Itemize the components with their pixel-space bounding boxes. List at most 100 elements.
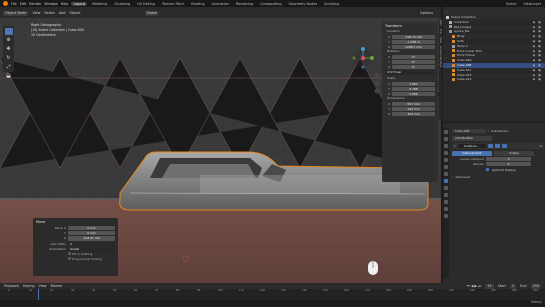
viewport-toggle-icon[interactable] — [494, 143, 500, 148]
render-toggle-icon[interactable] — [501, 143, 507, 148]
search-icon[interactable]: ⌕ — [446, 9, 448, 13]
cursor-icon[interactable]: ⊕ — [5, 37, 13, 44]
location-x-field[interactable]: -218.71 mm — [392, 34, 435, 39]
workspace-tab-compositing[interactable]: Compositing — [258, 2, 283, 6]
workspace-tab-uv-editing[interactable]: UV Editing — [135, 2, 157, 6]
menu-window[interactable]: Window — [44, 2, 57, 6]
modifier-name-field[interactable]: Subdivis... — [457, 143, 486, 148]
menu-edit[interactable]: Edit — [20, 2, 27, 6]
particles-tab-icon[interactable] — [444, 186, 448, 190]
view-controls[interactable] — [374, 72, 380, 94]
dimensions-y-field[interactable]: 120 mm — [392, 106, 435, 111]
rotation-mode-dropdown[interactable]: XYZ Euler — [385, 70, 435, 75]
optimal-display-row[interactable]: Optimal Display — [452, 167, 544, 173]
options-dropdown[interactable]: Options — [420, 11, 433, 15]
checkbox-icon[interactable] — [68, 257, 71, 261]
scene-selector[interactable]: Scene — [504, 2, 518, 6]
menu-marker[interactable]: Marker — [51, 284, 63, 288]
move-x-field[interactable]: 0 mm — [68, 225, 115, 230]
physics-tab-icon[interactable] — [444, 193, 448, 197]
menu-select[interactable]: Select — [44, 11, 54, 15]
object-icon — [452, 73, 455, 77]
menu-view[interactable]: View — [39, 284, 47, 288]
menu-view[interactable]: View — [32, 11, 40, 15]
simple-button[interactable]: Simple — [494, 151, 534, 156]
move-y-field[interactable]: 0 mm — [68, 230, 115, 236]
view-layer-tab-icon[interactable] — [444, 151, 448, 155]
tool-tab-icon[interactable] — [444, 130, 448, 134]
menu-file[interactable]: File — [11, 2, 17, 6]
scale-x-field[interactable]: 1.867 — [392, 81, 435, 86]
start-frame-field[interactable]: 1 — [509, 283, 517, 289]
menu-keying[interactable]: Keying — [23, 284, 34, 288]
checkbox-icon[interactable] — [68, 252, 71, 256]
scene-tab-icon[interactable] — [444, 158, 448, 162]
end-frame-field[interactable]: 250 — [530, 283, 541, 289]
render-levels-field[interactable]: 2 — [486, 162, 531, 167]
workspace-tab-sculpting[interactable]: Sculpting — [112, 2, 132, 6]
tab-view[interactable]: View — [439, 37, 442, 43]
menu-add[interactable]: Add — [59, 11, 66, 15]
constraints-tab-icon[interactable] — [444, 200, 448, 204]
visibility-icon[interactable]: ◉ ▣ — [533, 77, 542, 82]
scale-y-field[interactable]: 0.788 — [392, 86, 435, 91]
add-modifier-button[interactable]: Add Modifier — [452, 136, 492, 141]
scale-icon[interactable]: ⤢ — [5, 64, 13, 71]
location-y-field[interactable]: -1.935 m — [392, 39, 435, 44]
playhead[interactable] — [38, 289, 39, 300]
proportional-editing-check[interactable]: Proportional Editing — [36, 257, 115, 262]
menu-playback[interactable]: Playback — [4, 284, 19, 288]
current-frame-field[interactable]: 15 — [485, 283, 494, 289]
rotation-x-field[interactable]: 0° — [392, 54, 435, 59]
axis-ortho-dropdown[interactable]: X — [68, 241, 115, 247]
location-z-field[interactable]: 1208.7 mm — [392, 44, 435, 49]
move-z-field[interactable]: -104.01 mm — [68, 236, 115, 241]
dimensions-z-field[interactable]: 253 mm — [392, 111, 435, 116]
chevron-down-icon[interactable]: ▾ — [452, 144, 456, 148]
rotation-y-field[interactable]: 0° — [392, 59, 435, 64]
outliner-item[interactable]: Cube.014 ◉ ▣ — [443, 77, 545, 82]
workspace-tab-animation[interactable]: Animation — [210, 2, 231, 6]
play-controls-icon[interactable]: ⏮ ◀ ▶ ⏭ — [467, 284, 482, 288]
workspace-tab-layout[interactable]: Layout — [71, 1, 87, 6]
menu-object[interactable]: Object — [69, 11, 80, 15]
blender-logo-icon[interactable] — [3, 1, 8, 6]
workspace-tab-texture-paint[interactable]: Texture Paint — [160, 2, 186, 6]
tab-tool[interactable]: Tool — [439, 29, 442, 34]
timeline[interactable]: 0 10 20 30 40 50 60 70 80 90 100 110 120 130 140 150 160… — [0, 289, 545, 300]
transform-icon[interactable]: ⬓ — [5, 73, 13, 80]
advanced-row[interactable]: › Advanced — [452, 175, 544, 181]
catmull-clark-button[interactable]: Catmull-Clark — [452, 151, 492, 156]
orientation-dropdown[interactable]: Global — [68, 247, 115, 252]
material-tab-icon[interactable] — [444, 214, 448, 218]
orientation-dropdown[interactable]: Global — [144, 10, 160, 16]
output-tab-icon[interactable] — [444, 144, 448, 148]
workspace-tab-modeling[interactable]: Modeling — [90, 2, 109, 6]
workspace-tab-rendering[interactable]: Rendering — [234, 2, 255, 6]
menu-help[interactable]: Help — [61, 2, 69, 6]
modifier-tab-icon[interactable] — [444, 179, 448, 183]
checkbox-checked-icon[interactable] — [486, 168, 489, 172]
tab-item[interactable]: Item — [439, 20, 442, 26]
workspace-tab-shading[interactable]: Shading — [189, 2, 207, 6]
world-tab-icon[interactable] — [444, 165, 448, 169]
move-icon[interactable]: ✥ — [5, 46, 13, 53]
mode-dropdown[interactable]: Object Mode — [3, 10, 29, 16]
data-tab-icon[interactable] — [444, 207, 448, 211]
dimensions-x-field[interactable]: 38.7 mm — [392, 101, 435, 106]
edit-mode-toggle-icon[interactable] — [487, 143, 493, 148]
close-icon[interactable]: ✕ — [539, 144, 542, 148]
levels-viewport-field[interactable]: 3 — [486, 156, 531, 161]
select-box-icon[interactable]: ⬚ — [4, 28, 13, 35]
view-layer-selector[interactable]: ViewLayer — [522, 2, 544, 6]
workspace-tab-scripting[interactable]: Scripting — [322, 2, 341, 6]
object-name-field[interactable]: Cube.008 — [452, 128, 486, 133]
rotate-icon[interactable]: ↻ — [5, 55, 13, 62]
scale-z-field[interactable]: 2.666 — [392, 91, 435, 96]
object-tab-icon[interactable] — [444, 172, 448, 176]
tab-screencast-keys[interactable]: Screencast Keys — [439, 46, 442, 67]
menu-render[interactable]: Render — [29, 2, 41, 6]
workspace-tab-geometry-nodes[interactable]: Geometry Nodes — [287, 2, 320, 6]
rotation-z-field[interactable]: 0° — [392, 64, 435, 69]
render-tab-icon[interactable] — [444, 137, 448, 141]
